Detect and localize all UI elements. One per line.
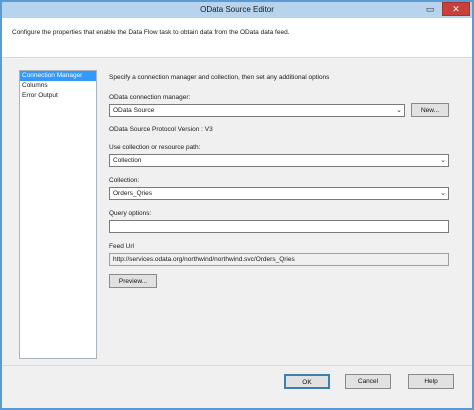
collection-value: Orders_Qries [113, 190, 153, 197]
close-icon: ✕ [452, 3, 460, 14]
use-collection-value: Collection [113, 157, 142, 164]
odata-source-editor-window: OData Source Editor ▭ ✕ Configure the pr… [0, 0, 474, 410]
use-collection-select[interactable]: Collection ⌄ [109, 154, 449, 167]
chevron-down-icon: ⌄ [440, 157, 446, 164]
footer-divider [2, 365, 472, 366]
description-area: Configure the properties that enable the… [2, 18, 472, 58]
ok-button[interactable]: OK [284, 374, 330, 389]
query-options-label: Query options: [109, 210, 152, 217]
connection-manager-label: OData connection manager: [109, 94, 191, 101]
content-area: Connection Manager Columns Error Output … [2, 59, 472, 408]
help-button[interactable]: Help [408, 374, 454, 389]
maximize-icon: ▭ [425, 3, 435, 14]
cancel-button[interactable]: Cancel [345, 374, 391, 389]
collection-select[interactable]: Orders_Qries ⌄ [109, 187, 449, 200]
nav-item-connection-manager[interactable]: Connection Manager [20, 71, 96, 81]
connection-manager-select[interactable]: OData Source ⌄ [109, 104, 405, 117]
chevron-down-icon: ⌄ [396, 107, 402, 114]
feed-url-label: Feed Url [109, 243, 134, 250]
nav-item-columns[interactable]: Columns [20, 81, 96, 91]
title-bar: OData Source Editor ▭ ✕ [2, 2, 472, 18]
intro-text: Specify a connection manager and collect… [109, 74, 330, 81]
maximize-button[interactable]: ▭ [418, 2, 442, 16]
protocol-version-text: OData Source Protocol Version : V3 [109, 126, 213, 133]
new-connection-button[interactable]: New... [411, 103, 449, 117]
preview-button[interactable]: Preview... [109, 274, 157, 288]
query-options-input[interactable] [109, 220, 449, 233]
nav-list: Connection Manager Columns Error Output [19, 70, 97, 359]
nav-item-error-output[interactable]: Error Output [20, 91, 96, 101]
close-button[interactable]: ✕ [442, 2, 470, 16]
description-text: Configure the properties that enable the… [12, 29, 290, 36]
collection-label: Collection: [109, 177, 140, 184]
feed-url-field: http://services.odata.org/northwind/nort… [109, 253, 449, 266]
connection-manager-value: OData Source [113, 107, 155, 114]
window-title: OData Source Editor [200, 5, 274, 14]
use-collection-label: Use collection or resource path: [109, 144, 201, 151]
connection-manager-panel: Specify a connection manager and collect… [101, 70, 457, 359]
chevron-down-icon: ⌄ [440, 190, 446, 197]
